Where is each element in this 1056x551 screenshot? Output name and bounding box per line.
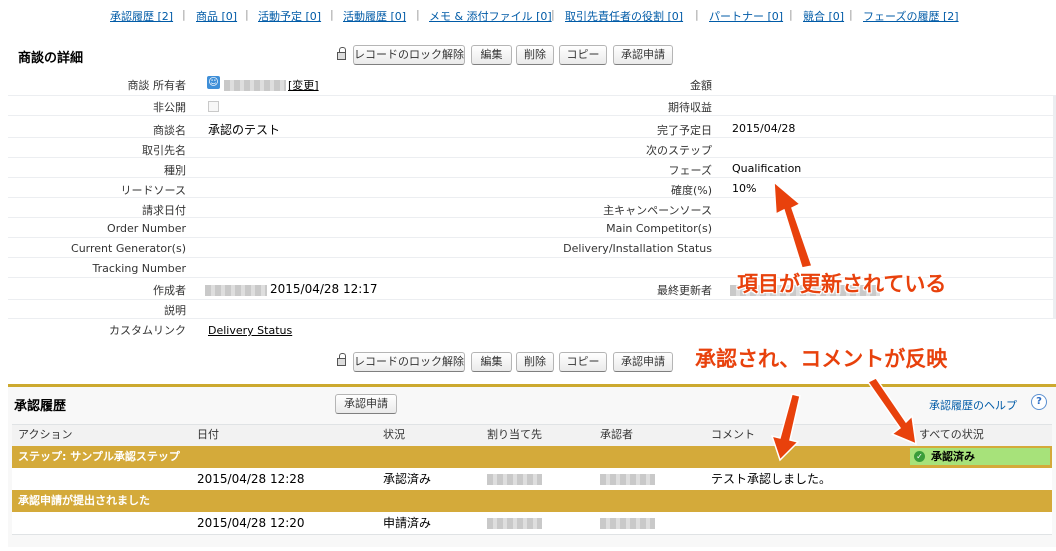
- separator: |: [182, 8, 186, 21]
- label-main-competitors: Main Competitor(s): [606, 222, 712, 235]
- label-amount: 金額: [690, 79, 712, 92]
- stage-value: Qualification: [732, 162, 802, 175]
- annotation-arrow-icon: [773, 180, 813, 269]
- probability-value: 10%: [732, 182, 757, 195]
- column-header-assigned-to: 割り当て先: [487, 428, 542, 441]
- close-date-value: 2015/04/28: [732, 122, 796, 135]
- link-partners[interactable]: パートナー [0]: [709, 8, 783, 24]
- copy-button-bottom[interactable]: コピー: [559, 352, 607, 372]
- link-activity-history[interactable]: 活動履歴 [0]: [343, 8, 406, 24]
- lock-icon: [337, 353, 346, 366]
- step2-assigned-redacted: [487, 518, 542, 529]
- column-header-comment: コメント: [711, 428, 755, 441]
- row-divider: [8, 95, 1056, 96]
- help-icon[interactable]: ?: [1031, 394, 1047, 410]
- row-divider: [8, 299, 1056, 300]
- separator: |: [330, 8, 334, 21]
- submit-for-approval-button[interactable]: 承認申請: [613, 45, 673, 65]
- edit-button-bottom[interactable]: 編集: [471, 352, 512, 372]
- approval-submitted-label: 承認申請が提出されました: [18, 494, 150, 507]
- unlock-record-button-bottom[interactable]: レコードのロック解除: [353, 352, 465, 372]
- label-stage: フェーズ: [668, 164, 712, 177]
- lock-icon: [337, 47, 346, 60]
- approval-history-title: 承認履歴: [14, 399, 67, 414]
- separator: |: [245, 8, 249, 21]
- column-header-overall-status: すべての状況: [919, 428, 984, 441]
- row-divider: [8, 257, 1056, 258]
- separator: |: [849, 8, 853, 21]
- separator: |: [789, 8, 793, 21]
- link-products[interactable]: 商品 [0]: [196, 8, 237, 24]
- column-header-status: 状況: [383, 428, 405, 441]
- label-delivery-installation-status: Delivery/Installation Status: [563, 242, 712, 255]
- approval-submit-button[interactable]: 承認申請: [335, 394, 397, 414]
- annotation-arrow-icon: [770, 393, 801, 462]
- column-header-date: 日付: [197, 428, 219, 441]
- step1-status: 承認済み: [383, 472, 432, 486]
- label-last-modified-by: 最終更新者: [657, 284, 712, 297]
- detail-section-title: 商談の詳細: [18, 51, 84, 66]
- approval-step-row: [12, 490, 1052, 512]
- delivery-status-link[interactable]: Delivery Status: [208, 324, 292, 337]
- column-header-action: アクション: [18, 428, 73, 441]
- submit-for-approval-button-bottom[interactable]: 承認申請: [613, 352, 673, 372]
- check-icon: ✓: [914, 451, 925, 462]
- link-notes-attachments[interactable]: メモ & 添付ファイル [0]: [429, 8, 552, 24]
- delete-button-bottom[interactable]: 削除: [516, 352, 554, 372]
- edit-button[interactable]: 編集: [471, 45, 512, 65]
- row-divider: [8, 115, 1056, 116]
- step1-assigned-redacted: [487, 474, 542, 485]
- row-divider: [8, 318, 1056, 319]
- label-close-date: 完了予定日: [657, 124, 712, 137]
- label-expected-revenue: 期待収益: [668, 101, 712, 114]
- step1-comment: テスト承認しました。: [711, 472, 832, 486]
- separator: |: [695, 8, 699, 21]
- delete-button[interactable]: 削除: [516, 45, 554, 65]
- column-header-approver: 承認者: [600, 428, 633, 441]
- step2-date: 2015/04/28 12:20: [197, 516, 305, 530]
- label-tracking-number: Tracking Number: [92, 262, 186, 275]
- step2-status: 申請済み: [383, 516, 432, 530]
- related-list-links: 承認履歴 [2] | 商品 [0] | 活動予定 [0] | 活動履歴 [0] …: [0, 0, 1056, 30]
- step2-approver-redacted: [600, 518, 655, 529]
- annotation-updated: 項目が更新されている: [737, 272, 947, 296]
- annotation-arrow-icon: [866, 378, 917, 446]
- separator: |: [416, 8, 420, 21]
- label-next-step: 次のステップ: [646, 144, 712, 157]
- label-probability: 確度(%): [670, 184, 712, 197]
- link-stage-history[interactable]: フェーズの履歴 [2]: [863, 8, 959, 24]
- label-custom-links: カスタムリンク: [109, 324, 186, 337]
- annotation-approved: 承認され、コメントが反映: [695, 347, 948, 371]
- overall-status-value: 承認済み: [931, 450, 975, 463]
- label-primary-campaign-source: 主キャンペーンソース: [603, 204, 712, 217]
- label-description: 説明: [164, 304, 186, 317]
- unlock-record-button[interactable]: レコードのロック解除: [353, 45, 465, 65]
- link-competitors[interactable]: 競合 [0]: [803, 8, 844, 24]
- approval-step-label: ステップ: サンプル承認ステップ: [18, 450, 180, 463]
- link-contact-roles[interactable]: 取引先責任者の役割 [0]: [565, 8, 683, 24]
- approval-help-link[interactable]: 承認履歴のヘルプ: [929, 397, 1017, 413]
- step1-date: 2015/04/28 12:28: [197, 472, 305, 486]
- step1-approver-redacted: [600, 474, 655, 485]
- link-open-activities[interactable]: 活動予定 [0]: [258, 8, 321, 24]
- copy-button[interactable]: コピー: [559, 45, 607, 65]
- separator: |: [551, 8, 555, 21]
- row-divider: [8, 237, 1056, 238]
- link-approval-history[interactable]: 承認履歴 [2]: [110, 8, 173, 24]
